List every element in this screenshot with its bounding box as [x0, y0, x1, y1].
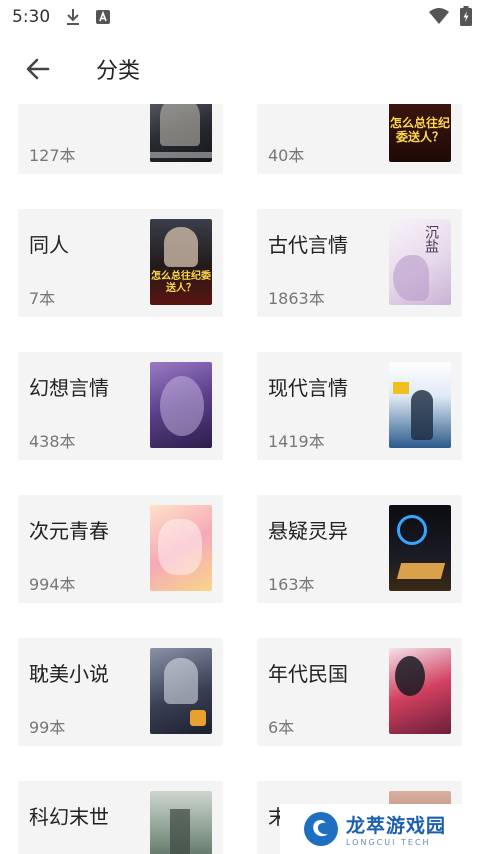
category-name: 年代民国 [268, 662, 348, 686]
category-name: 幻想言情 [29, 376, 109, 400]
cover-title: 沉盐 [423, 225, 439, 253]
category-name: 悬疑灵异 [268, 519, 348, 543]
book-cover: 怎么总往纪委送人？ [389, 104, 451, 162]
watermark-logo-icon [304, 812, 338, 846]
book-cover [150, 104, 212, 162]
category-name: 耽美小说 [29, 662, 109, 686]
watermark-subtitle: LONGCUI TECH [346, 838, 431, 847]
back-button[interactable] [14, 45, 62, 93]
book-cover [389, 648, 451, 734]
status-right [428, 6, 472, 30]
category-card[interactable]: 40本 怎么总往纪委送人？ [257, 104, 462, 174]
a-badge-icon [94, 8, 112, 26]
cover-title: 怎么总往纪委送人？ [389, 116, 450, 144]
page-title: 分类 [96, 59, 141, 84]
book-cover [389, 505, 451, 591]
category-card[interactable]: 悬疑灵异 163本 [257, 495, 462, 603]
cover-title: 怎么总往纪委送人？ [151, 271, 211, 294]
category-count: 163本 [268, 575, 315, 594]
category-count: 6本 [268, 718, 295, 737]
category-card[interactable]: 年代民国 6本 [257, 638, 462, 746]
category-name: 同人 [29, 233, 69, 257]
category-count: 40本 [268, 146, 305, 165]
category-name: 次元青春 [29, 519, 109, 543]
category-card[interactable]: 现代言情 1419本 [257, 352, 462, 460]
book-cover [150, 648, 212, 734]
category-count: 994本 [29, 575, 76, 594]
category-card[interactable]: 次元青春 994本 [18, 495, 223, 603]
battery-icon [460, 6, 472, 30]
category-grid: 127本 40本 怎么总往纪委送人？ 同人 7本 怎么总往纪委送人？ 古代言情 … [0, 104, 480, 854]
category-card[interactable]: 耽美小说 99本 [18, 638, 223, 746]
wifi-icon [428, 7, 450, 29]
book-cover [150, 505, 212, 591]
category-card[interactable]: 古代言情 1863本 沉盐 [257, 209, 462, 317]
watermark-text: 龙萃游戏园 LONGCUI TECH [346, 811, 446, 847]
category-count: 127本 [29, 146, 76, 165]
download-icon [64, 8, 82, 26]
category-name: 现代言情 [268, 376, 348, 400]
book-cover: 沉盐 [389, 219, 451, 305]
status-bar: 5:30 [0, 0, 480, 34]
category-name: 科幻末世 [29, 805, 109, 829]
book-cover [389, 362, 451, 448]
category-count: 1419本 [268, 432, 325, 451]
category-card[interactable]: 同人 7本 怎么总往纪委送人？ [18, 209, 223, 317]
category-card[interactable]: 127本 [18, 104, 223, 174]
category-name: 古代言情 [268, 233, 348, 257]
book-cover [150, 791, 212, 854]
book-cover [150, 362, 212, 448]
status-time: 5:30 [12, 7, 51, 27]
category-count: 438本 [29, 432, 76, 451]
category-card[interactable]: 幻想言情 438本 [18, 352, 223, 460]
watermark: 龙萃游戏园 LONGCUI TECH [280, 804, 480, 854]
category-count: 1863本 [268, 289, 325, 308]
watermark-title: 龙萃游戏园 [346, 815, 447, 837]
category-count: 99本 [29, 718, 66, 737]
category-card[interactable]: 科幻末世 [18, 781, 223, 854]
app-bar: 分类 [0, 34, 480, 104]
arrow-left-icon [26, 58, 50, 80]
book-cover: 怎么总往纪委送人？ [150, 219, 212, 305]
category-count: 7本 [29, 289, 56, 308]
